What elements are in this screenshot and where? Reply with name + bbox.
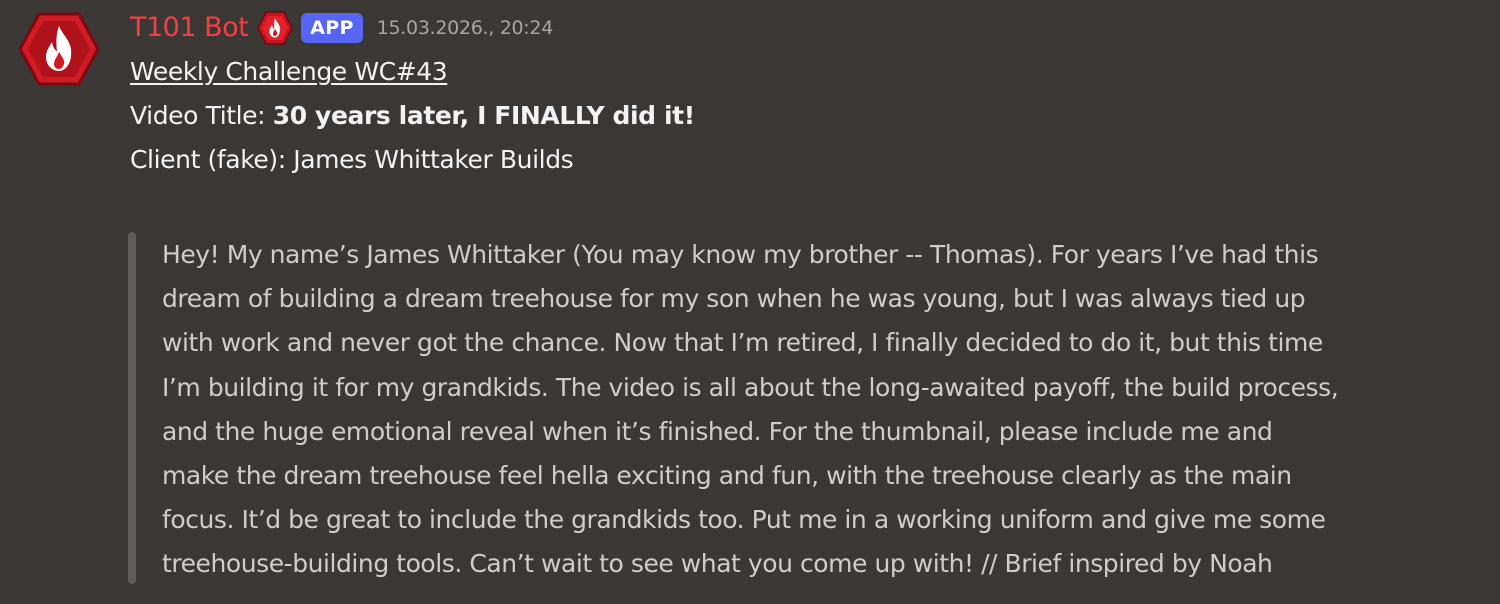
video-title-line: Video Title: 30 years later, I FINALLY d… [130, 94, 695, 138]
quote-line: make the dream treehouse feel hella exci… [162, 461, 1292, 491]
video-title-value: 30 years later, I FINALLY did it! [272, 101, 695, 130]
flame-icon[interactable] [257, 10, 294, 46]
timestamp[interactable]: 15.03.2026., 20:24 [377, 8, 554, 48]
quote-line: treehouse-building tools. Can’t wait to … [162, 549, 1273, 579]
flame-icon [18, 12, 100, 86]
client-line: Client (fake): James Whittaker Builds [130, 145, 574, 174]
chat-message: T101 Bot APP 15.03.2026., 20:24 Weekly C… [0, 0, 1500, 604]
quote-line: and the huge emotional reveal when it’s … [162, 416, 1273, 446]
message-header: T101 Bot APP 15.03.2026., 20:24 [130, 8, 553, 48]
quote-line: Hey! My name’s James Whittaker (You may … [162, 240, 1319, 269]
quote-line: dream of building a dream treehouse for … [162, 284, 1306, 314]
app-badge: APP [301, 13, 363, 43]
quote-line: focus. It’d be great to include the gran… [162, 505, 1326, 535]
quote-line: with work and never got the chance. Now … [162, 328, 1323, 358]
challenge-link[interactable]: Weekly Challenge WC#43 [130, 50, 448, 94]
blockquote-bar [128, 232, 136, 584]
quote-line: I’m building it for my grandkids. The vi… [162, 372, 1339, 402]
brief-blockquote: Hey! My name’s James Whittaker (You may … [162, 233, 1492, 587]
username[interactable]: T101 Bot [130, 8, 249, 48]
video-title-label: Video Title: [130, 101, 273, 130]
bot-avatar[interactable] [18, 12, 100, 86]
